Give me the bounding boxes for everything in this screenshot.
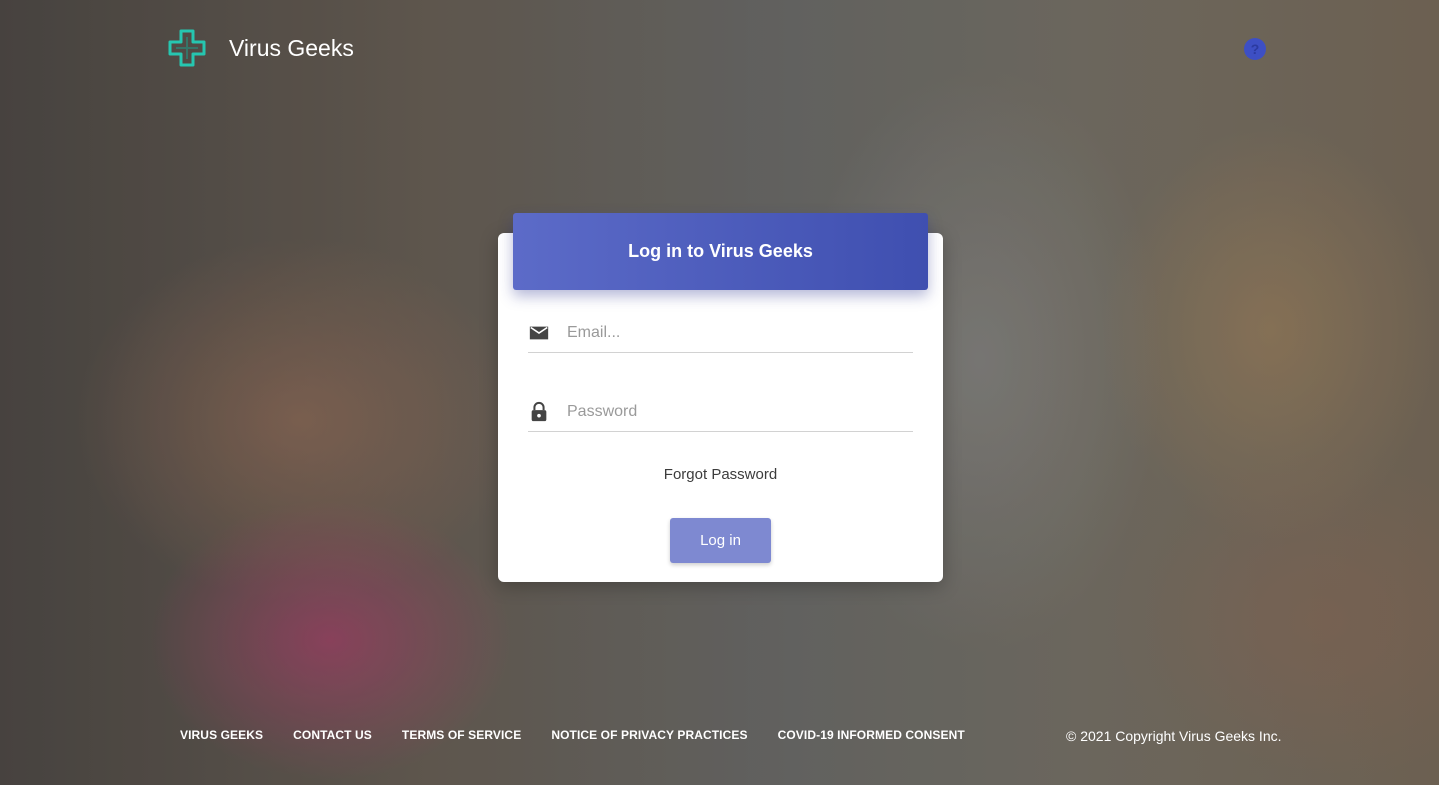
lock-icon	[531, 401, 547, 422]
mail-icon	[529, 326, 549, 340]
email-field	[528, 314, 913, 353]
login-title: Log in to Virus Geeks	[513, 213, 928, 290]
footer-links: VIRUS GEEKS CONTACT US TERMS OF SERVICE …	[180, 728, 995, 742]
footer-link-terms-of-service[interactable]: TERMS OF SERVICE	[402, 728, 521, 742]
footer-link-privacy-practices[interactable]: NOTICE OF PRIVACY PRACTICES	[551, 728, 747, 742]
email-input[interactable]	[565, 323, 899, 343]
forgot-password-link[interactable]: Forgot Password	[498, 466, 943, 483]
password-field	[528, 393, 913, 432]
medical-cross-icon[interactable]	[167, 28, 207, 68]
footer-link-covid-consent[interactable]: COVID-19 INFORMED CONSENT	[778, 728, 965, 742]
login-button[interactable]: Log in	[670, 518, 771, 563]
copyright-text: © 2021 Copyright Virus Geeks Inc.	[1066, 728, 1282, 744]
header: Virus Geeks	[167, 28, 354, 68]
footer-link-virus-geeks[interactable]: VIRUS GEEKS	[180, 728, 263, 742]
brand-name[interactable]: Virus Geeks	[229, 35, 354, 62]
footer-link-contact-us[interactable]: CONTACT US	[293, 728, 372, 742]
password-input[interactable]	[565, 402, 899, 422]
help-circle-icon[interactable]: ?	[1244, 38, 1266, 60]
